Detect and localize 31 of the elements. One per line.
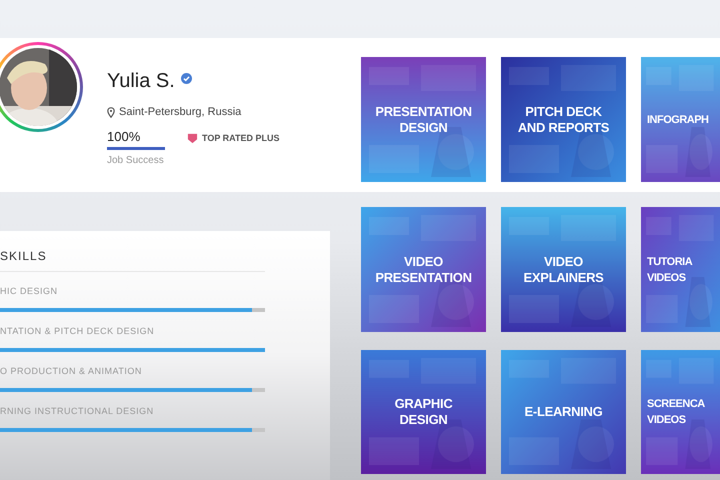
shield-icon [187, 132, 198, 144]
location-pin-icon [107, 106, 115, 118]
top-rated-label: TOP RATED PLUS [202, 132, 280, 144]
service-title: PRESENTATION DESIGN [375, 104, 472, 136]
service-tile[interactable]: TUTORIA VIDEOS [641, 207, 720, 332]
service-tile[interactable]: PRESENTATION DESIGN [361, 57, 486, 182]
job-success-label: Job Success [107, 154, 165, 168]
skills-title: SKILLS [0, 231, 265, 272]
service-title: INFOGRAPH [647, 112, 708, 128]
service-tile[interactable]: GRAPHIC DESIGN [361, 350, 486, 474]
service-title: SCREENCA VIDEOS [647, 397, 705, 428]
skill-name: NTATION & PITCH DECK DESIGN [0, 325, 156, 337]
skill-name: O PRODUCTION & ANIMATION [0, 365, 143, 377]
job-success-bar [107, 146, 165, 150]
skill-name: RNING INSTRUCTIONAL DESIGN [0, 405, 155, 417]
service-tile[interactable]: SCREENCA VIDEOS [641, 350, 720, 474]
service-title: VIDEO EXPLAINERS [523, 254, 604, 286]
service-tile[interactable]: E-LEARNING [501, 350, 626, 474]
service-title: TUTORIA VIDEOS [647, 254, 692, 286]
service-title: E-LEARNING [524, 404, 602, 420]
location-text: Saint-Petersburg, Russia [119, 105, 242, 120]
service-title: GRAPHIC DESIGN [394, 396, 452, 428]
skill-name: HIC DESIGN [0, 285, 59, 297]
service-title: VIDEO PRESENTATION [375, 254, 472, 286]
service-tile[interactable]: PITCH DECK AND REPORTS [501, 57, 626, 182]
job-success-value: 100% [107, 128, 142, 144]
service-tile[interactable]: INFOGRAPH [641, 57, 720, 182]
service-tile[interactable]: VIDEO PRESENTATION [361, 207, 486, 332]
profile-name: Yulia S. [107, 69, 175, 94]
service-tile[interactable]: VIDEO EXPLAINERS [501, 207, 626, 332]
service-title: PITCH DECK AND REPORTS [518, 104, 610, 136]
